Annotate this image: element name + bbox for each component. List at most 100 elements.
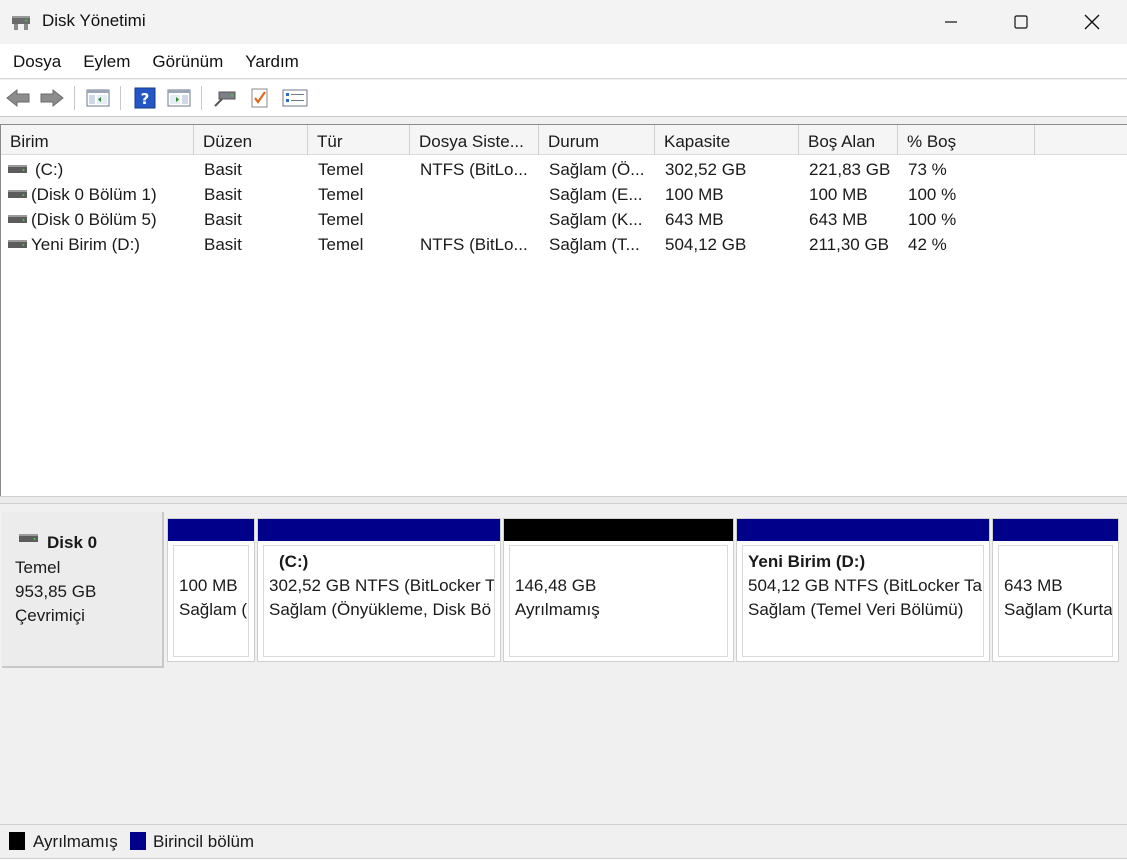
volume-list[interactable]: Birim Düzen Tür Dosya Siste... Durum Kap… [0, 124, 1127, 496]
partition-size: 643 MB [1004, 576, 1063, 595]
partition-size: 302,52 GB NTFS (BitLocker T [269, 576, 495, 595]
cell-bos-alan: 221,83 GB [809, 160, 891, 179]
list-view-button[interactable] [282, 86, 308, 110]
cell-yuzde-bos: 100 % [908, 185, 957, 204]
cell-kapasite: 504,12 GB [665, 235, 747, 254]
cell-dosya-sistemi: NTFS (BitLo... [420, 160, 528, 179]
disk-graph-pane: Disk 0 Temel 953,85 GB Çevrimiçi 100 MB … [0, 504, 1127, 824]
show-hide-action-pane-button[interactable] [166, 86, 192, 110]
forward-arrow-icon [40, 88, 64, 108]
svg-text:?: ? [141, 90, 150, 108]
list-view-icon [282, 89, 308, 107]
table-row[interactable]: (Disk 0 Bölüm 5) Basit Temel Sağlam (K..… [1, 207, 1127, 232]
toolbar: ? [0, 80, 1127, 117]
drive-icon [8, 165, 27, 173]
cell-birim: (Disk 0 Bölüm 1) [31, 185, 157, 204]
cell-dosya-sistemi: NTFS (BitLo... [420, 235, 528, 254]
cell-birim: Yeni Birim (D:) [31, 235, 140, 254]
minimize-icon [945, 21, 957, 23]
cell-durum: Sağlam (E... [549, 185, 643, 204]
column-header-birim[interactable]: Birim [1, 125, 194, 155]
cell-kapasite: 302,52 GB [665, 160, 747, 179]
connect-disk-button[interactable] [212, 86, 238, 110]
cell-kapasite: 100 MB [665, 185, 724, 204]
window-title: Disk Yönetimi [42, 11, 146, 30]
legend-unallocated-label: Ayrılmamış [33, 832, 118, 851]
column-header-kapasite[interactable]: Kapasite [655, 125, 799, 155]
minimize-button[interactable] [916, 0, 986, 44]
cell-tur: Temel [318, 185, 364, 204]
cell-yuzde-bos: 42 % [908, 235, 947, 254]
title-bar: Disk Yönetimi [0, 0, 1127, 44]
cell-bos-alan: 643 MB [809, 210, 868, 229]
menu-dosya[interactable]: Dosya [2, 44, 72, 79]
disk-size: 953,85 GB [15, 582, 97, 601]
menu-gorunum[interactable]: Görünüm [141, 44, 234, 79]
column-header-yuzde-bos[interactable]: % Boş [898, 125, 1035, 155]
column-header-bos-alan[interactable]: Boş Alan [799, 125, 898, 155]
cell-dosya-sistemi [420, 207, 535, 232]
legend: Ayrılmamış Birincil bölüm [0, 824, 1127, 859]
column-header-durum[interactable]: Durum [539, 125, 655, 155]
legend-primary-label: Birincil bölüm [153, 832, 255, 851]
menu-bar: Dosya Eylem Görünüm Yardım [0, 44, 1127, 79]
legend-primary-swatch [130, 832, 146, 850]
partition-status: Ayrılmamış [515, 600, 600, 619]
back-button[interactable] [5, 86, 31, 110]
cell-yuzde-bos: 100 % [908, 210, 957, 229]
menu-eylem[interactable]: Eylem [72, 44, 141, 79]
cell-tur: Temel [318, 160, 364, 179]
cell-durum: Sağlam (T... [549, 235, 640, 254]
drive-icon [8, 240, 27, 248]
partition-content: 146,48 GB Ayrılmamış [509, 545, 728, 657]
partition-title: Yeni Birim (D:) [748, 552, 866, 571]
show-hide-console-tree-icon [86, 89, 110, 107]
partition-color-bar [258, 519, 500, 541]
properties-button[interactable] [247, 86, 273, 110]
close-button[interactable] [1057, 0, 1127, 44]
table-row[interactable]: (Disk 0 Bölüm 1) Basit Temel Sağlam (E..… [1, 182, 1127, 207]
disk-0-label[interactable]: Disk 0 Temel 953,85 GB Çevrimiçi [2, 512, 164, 668]
cell-yuzde-bos: 73 % [908, 160, 947, 179]
maximize-icon [1014, 15, 1028, 29]
menu-yardim[interactable]: Yardım [234, 44, 310, 79]
disk-type: Temel [15, 558, 61, 577]
cell-duzen: Basit [204, 185, 242, 204]
toolbar-separator [74, 86, 75, 110]
legend-unallocated-swatch [9, 832, 25, 850]
cell-birim: (Disk 0 Bölüm 5) [31, 210, 157, 229]
drive-icon [8, 215, 27, 223]
show-hide-console-tree-button[interactable] [85, 86, 111, 110]
column-header-duzen[interactable]: Düzen [194, 125, 308, 155]
cell-bos-alan: 100 MB [809, 185, 868, 204]
partition-status: Sağlam (Kurta [1004, 600, 1113, 619]
partition-c[interactable]: (C:) 302,52 GB NTFS (BitLocker T Sağlam … [257, 518, 501, 662]
partition-color-bar [168, 519, 254, 541]
partition-recovery-efi[interactable]: 100 MB Sağlam ( [167, 518, 255, 662]
cell-dosya-sistemi [420, 182, 535, 207]
partition-content: (C:) 302,52 GB NTFS (BitLocker T Sağlam … [263, 545, 495, 657]
partition-recovery[interactable]: 643 MB Sağlam (Kurta [992, 518, 1119, 662]
partition-content: 643 MB Sağlam (Kurta [998, 545, 1113, 657]
maximize-button[interactable] [986, 0, 1056, 44]
cell-kapasite: 643 MB [665, 210, 724, 229]
close-icon [1084, 14, 1100, 30]
cell-duzen: Basit [204, 235, 242, 254]
table-row[interactable]: (C:) Basit Temel NTFS (BitLo... Sağlam (… [1, 157, 1127, 182]
cell-duzen: Basit [204, 210, 242, 229]
partition-unallocated[interactable]: 146,48 GB Ayrılmamış [503, 518, 734, 662]
disk-status: Çevrimiçi [15, 606, 85, 625]
cell-tur: Temel [318, 235, 364, 254]
forward-button[interactable] [39, 86, 65, 110]
partition-content: Yeni Birim (D:) 504,12 GB NTFS (BitLocke… [742, 545, 984, 657]
pane-splitter[interactable] [0, 496, 1127, 504]
help-button[interactable]: ? [132, 86, 158, 110]
partition-size: 504,12 GB NTFS (BitLocker Ta [748, 576, 983, 595]
column-header-dosya-sistemi[interactable]: Dosya Siste... [410, 125, 539, 155]
cell-birim: (C:) [35, 160, 64, 179]
partition-d[interactable]: Yeni Birim (D:) 504,12 GB NTFS (BitLocke… [736, 518, 990, 662]
partition-title: (C:) [279, 552, 309, 571]
column-header-tur[interactable]: Tür [308, 125, 410, 155]
table-row[interactable]: Yeni Birim (D:) Basit Temel NTFS (BitLo.… [1, 232, 1127, 257]
help-icon: ? [134, 87, 156, 109]
